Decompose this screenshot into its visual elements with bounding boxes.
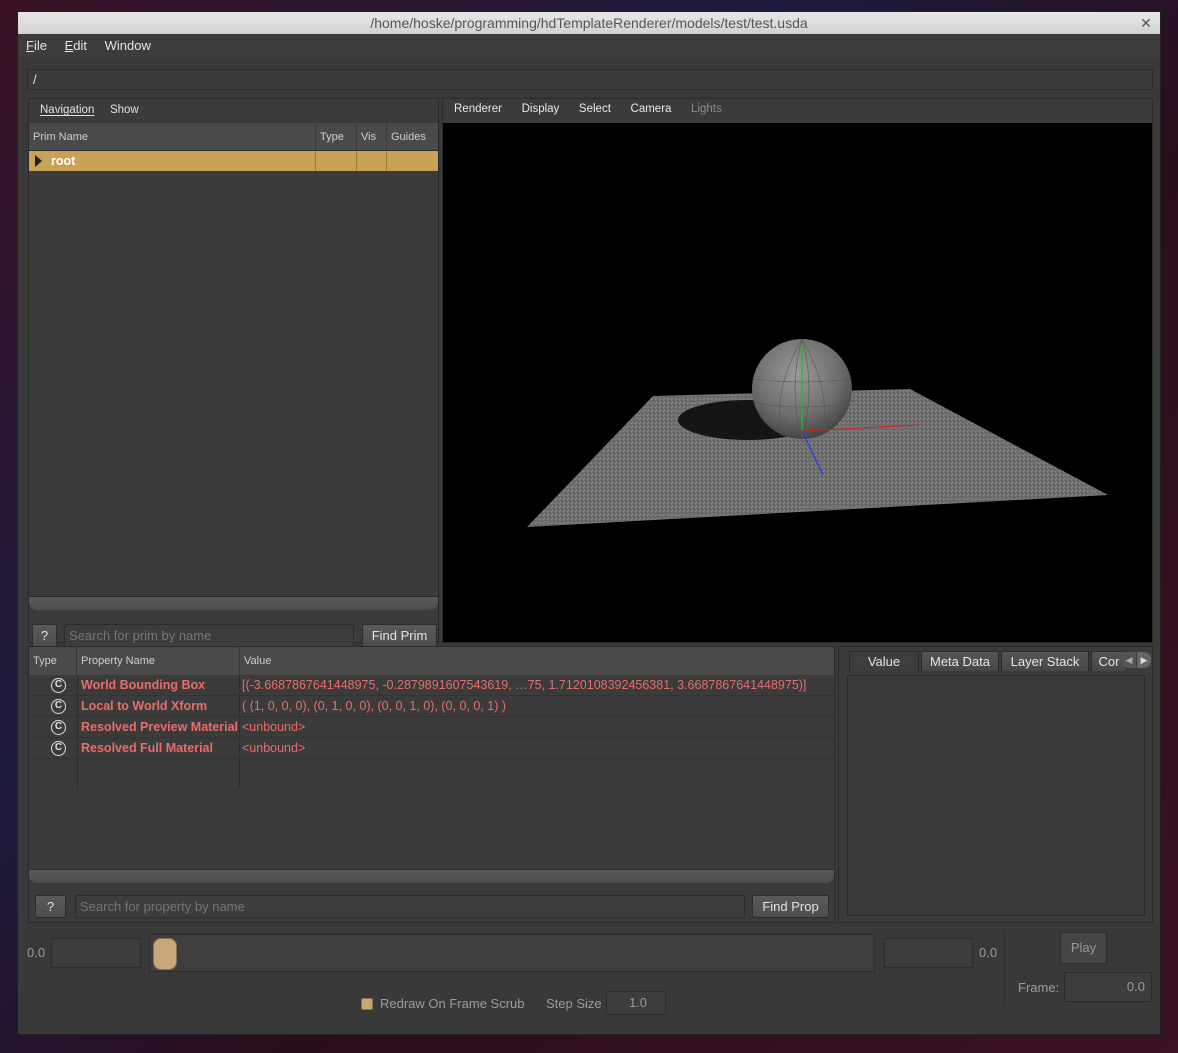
property-panel: Type Property Name Value C World Boundin… (28, 646, 835, 923)
property-value: <unbound> (242, 720, 306, 734)
frame-slider[interactable] (149, 934, 875, 972)
prim-panel-menu: Navigation Show (29, 99, 438, 121)
menu-window[interactable]: Window (97, 34, 157, 58)
divider (1004, 932, 1005, 1006)
menu-bar: File Edit Window (18, 34, 1160, 58)
menu-select[interactable]: Select (571, 99, 619, 119)
scene-render (527, 338, 1108, 527)
menu-display[interactable]: Display (514, 99, 568, 119)
col-guides[interactable]: Guides (387, 123, 438, 151)
step-size-label: Step Size (546, 996, 602, 1011)
col-prim-name[interactable]: Prim Name (29, 123, 316, 151)
find-prim-button[interactable]: Find Prim (362, 624, 437, 647)
timeline-bar: 0.0 0.0 Play Frame: 0.0 Redraw On Frame … (18, 930, 1160, 1030)
prim-browser-panel: Navigation Show Prim Name Type Vis Guide… (28, 98, 439, 647)
app-window: /home/hoske/programming/hdTemplateRender… (17, 11, 1161, 1035)
computed-property-icon: C (51, 741, 66, 756)
prim-vis[interactable] (357, 151, 387, 171)
menu-edit[interactable]: Edit (57, 34, 93, 58)
frame-label: Frame: (1018, 980, 1060, 995)
property-value: ( (1, 0, 0, 0), (0, 1, 0, 0), (0, 0, 1, … (242, 699, 506, 713)
table-row[interactable]: C World Bounding Box [(-3.66878676414489… (29, 675, 834, 696)
prim-type (316, 151, 357, 171)
tree-row-root[interactable]: root (29, 151, 438, 171)
col-type[interactable]: Type (316, 123, 357, 151)
value-view (847, 675, 1145, 916)
tab-scroll-left-icon[interactable]: ◀ (1122, 652, 1136, 668)
frame-field[interactable]: 0.0 (1064, 972, 1152, 1002)
property-table: C World Bounding Box [(-3.66878676414489… (29, 675, 834, 875)
menu-file[interactable]: File (18, 34, 53, 58)
range-start-label: 0.0 (27, 945, 46, 960)
tab-meta-data[interactable]: Meta Data (921, 651, 999, 671)
path-field[interactable]: / (27, 69, 1153, 90)
computed-property-icon: C (51, 720, 66, 735)
tab-value[interactable]: Value (849, 651, 919, 671)
range-start-field[interactable] (51, 938, 141, 968)
prim-search-input[interactable] (64, 624, 354, 647)
frame-slider-handle[interactable] (153, 938, 177, 970)
property-search-input[interactable] (75, 895, 745, 918)
close-icon[interactable]: ✕ (1138, 12, 1154, 34)
prim-tree: root (29, 151, 438, 589)
step-size-field[interactable]: 1.0 (606, 991, 666, 1015)
inspector-panel: Value Meta Data Layer Stack Cor ◀ ▶ (838, 646, 1153, 923)
computed-property-icon: C (51, 699, 66, 714)
tab-layer-stack[interactable]: Layer Stack (1001, 651, 1089, 671)
property-help-button[interactable]: ? (35, 895, 66, 918)
col-prop-type[interactable]: Type (29, 647, 77, 675)
range-end-label: 0.0 (979, 945, 998, 960)
play-button[interactable]: Play (1060, 932, 1107, 964)
table-row[interactable]: C Resolved Preview Material <unbound> (29, 717, 834, 738)
property-name: World Bounding Box (81, 678, 206, 692)
col-prop-name[interactable]: Property Name (77, 647, 240, 675)
menu-show[interactable]: Show (104, 99, 145, 121)
viewport-3d[interactable] (443, 123, 1152, 642)
property-name: Local to World Xform (81, 699, 208, 713)
tab-scroll-right-icon[interactable]: ▶ (1137, 652, 1151, 668)
property-name: Resolved Full Material (81, 741, 213, 755)
property-value: <unbound> (242, 741, 306, 755)
table-row[interactable]: C Resolved Full Material <unbound> (29, 738, 834, 759)
property-name: Resolved Preview Material (81, 720, 239, 734)
viewport-menu: Renderer Display Select Camera Lights (443, 99, 1152, 119)
window-title: /home/hoske/programming/hdTemplateRender… (370, 15, 808, 31)
prim-name: root (51, 154, 76, 168)
title-bar[interactable]: /home/hoske/programming/hdTemplateRender… (18, 12, 1160, 34)
expand-arrow-icon[interactable] (35, 155, 42, 167)
find-prop-button[interactable]: Find Prop (752, 895, 829, 918)
table-row[interactable]: C Local to World Xform ( (1, 0, 0, 0), (… (29, 696, 834, 717)
prim-guides[interactable] (387, 151, 438, 171)
viewport-panel: Renderer Display Select Camera Lights (442, 98, 1153, 643)
redraw-checkbox[interactable] (361, 998, 373, 1010)
property-scrollbar[interactable] (29, 869, 834, 883)
menu-lights: Lights (691, 103, 722, 115)
col-vis[interactable]: Vis (357, 123, 387, 151)
menu-camera[interactable]: Camera (623, 99, 680, 119)
computed-property-icon: C (51, 678, 66, 693)
col-prop-value[interactable]: Value (240, 647, 834, 675)
prim-tree-header: Prim Name Type Vis Guides (29, 123, 438, 151)
range-end-field[interactable] (884, 938, 973, 968)
redraw-label: Redraw On Frame Scrub (380, 996, 525, 1011)
menu-navigation[interactable]: Navigation (34, 99, 100, 121)
property-value: [(-3.6687867641448975, -0.28798916075436… (242, 678, 807, 692)
prim-tree-scrollbar[interactable] (29, 596, 438, 610)
menu-renderer[interactable]: Renderer (446, 99, 510, 119)
prim-help-button[interactable]: ? (32, 624, 57, 647)
